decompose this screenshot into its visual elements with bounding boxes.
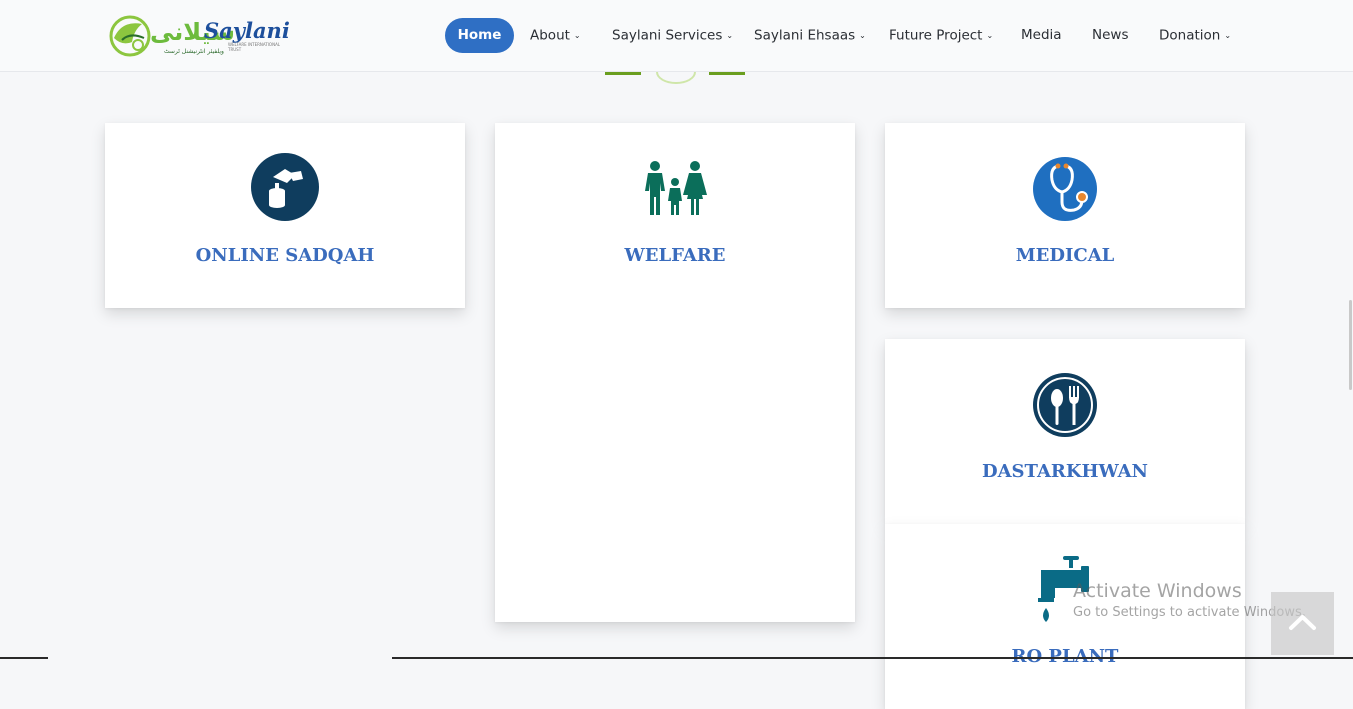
nav-future-project-label: Future Project [889,27,983,44]
service-title: ONLINE SADQAH [195,245,375,266]
service-card-online-sadqah[interactable]: ONLINE SADQAH [105,123,465,308]
nav-media-label: Media [1021,27,1062,43]
nav-donation-label: Donation [1159,27,1221,44]
chevron-down-icon: ⌄ [859,31,866,40]
nav-home[interactable]: Home [445,18,514,53]
chevron-down-icon: ⌄ [573,31,581,40]
service-title: DASTARKHWAN [981,461,1149,482]
logo-tagline-urdu: ویلفیئر انٹرنیشنل ٹرسٹ [164,48,224,55]
nav-saylani-ehsaas-label: Saylani Ehsaas [754,27,856,44]
spoon-fork-icon [1033,373,1097,437]
nav-donation[interactable]: Donation ⌄ [1159,18,1231,53]
logo-tagline-en: WELFARE INTERNATIONAL TRUST [228,42,281,52]
section-divider-right [709,72,745,75]
logo-emblem-icon [109,15,151,57]
nav-saylani-services[interactable]: Saylani Services ⌄ [612,18,733,53]
water-tap-icon [1038,556,1089,622]
chevron-down-icon: ⌄ [726,31,734,40]
section-divider-left [605,72,641,75]
chevron-down-icon: ⌄ [1224,31,1232,40]
service-card-welfare[interactable]: WELFARE [495,123,855,622]
service-title: MEDICAL [1015,245,1115,266]
chevron-up-icon [1289,615,1316,630]
service-card-medical[interactable]: MEDICAL [885,123,1245,308]
nav-future-project[interactable]: Future Project ⌄ [889,18,993,53]
chevron-down-icon: ⌄ [986,31,994,40]
top-navbar: سیلانی Saylani WELFARE INTERNATIONAL TRU… [0,0,1353,72]
service-card-dastarkhwan[interactable]: DASTARKHWAN [885,339,1245,524]
nav-media[interactable]: Media [1021,18,1062,53]
nav-about[interactable]: About ⌄ [530,18,581,53]
family-icon [645,161,707,215]
service-title: WELFARE [624,245,726,266]
nav-news-label: News [1092,27,1129,43]
logo-latin-text: Saylani [204,18,290,43]
sadqah-donation-icon [251,153,319,221]
nav-saylani-ehsaas[interactable]: Saylani Ehsaas ⌄ [754,18,866,53]
scroll-to-top-button[interactable] [1271,592,1334,655]
service-card-ro-plant[interactable]: RO PLANT [885,524,1245,709]
nav-saylani-services-label: Saylani Services [612,27,723,44]
saylani-logo[interactable]: سیلانی Saylani WELFARE INTERNATIONAL TRU… [108,12,293,60]
stethoscope-icon [1033,157,1097,221]
nav-news[interactable]: News [1092,18,1128,53]
nav-about-label: About [530,27,570,44]
nav-home-label: Home [457,27,502,43]
page-scrollbar-thumb[interactable] [1349,300,1352,390]
